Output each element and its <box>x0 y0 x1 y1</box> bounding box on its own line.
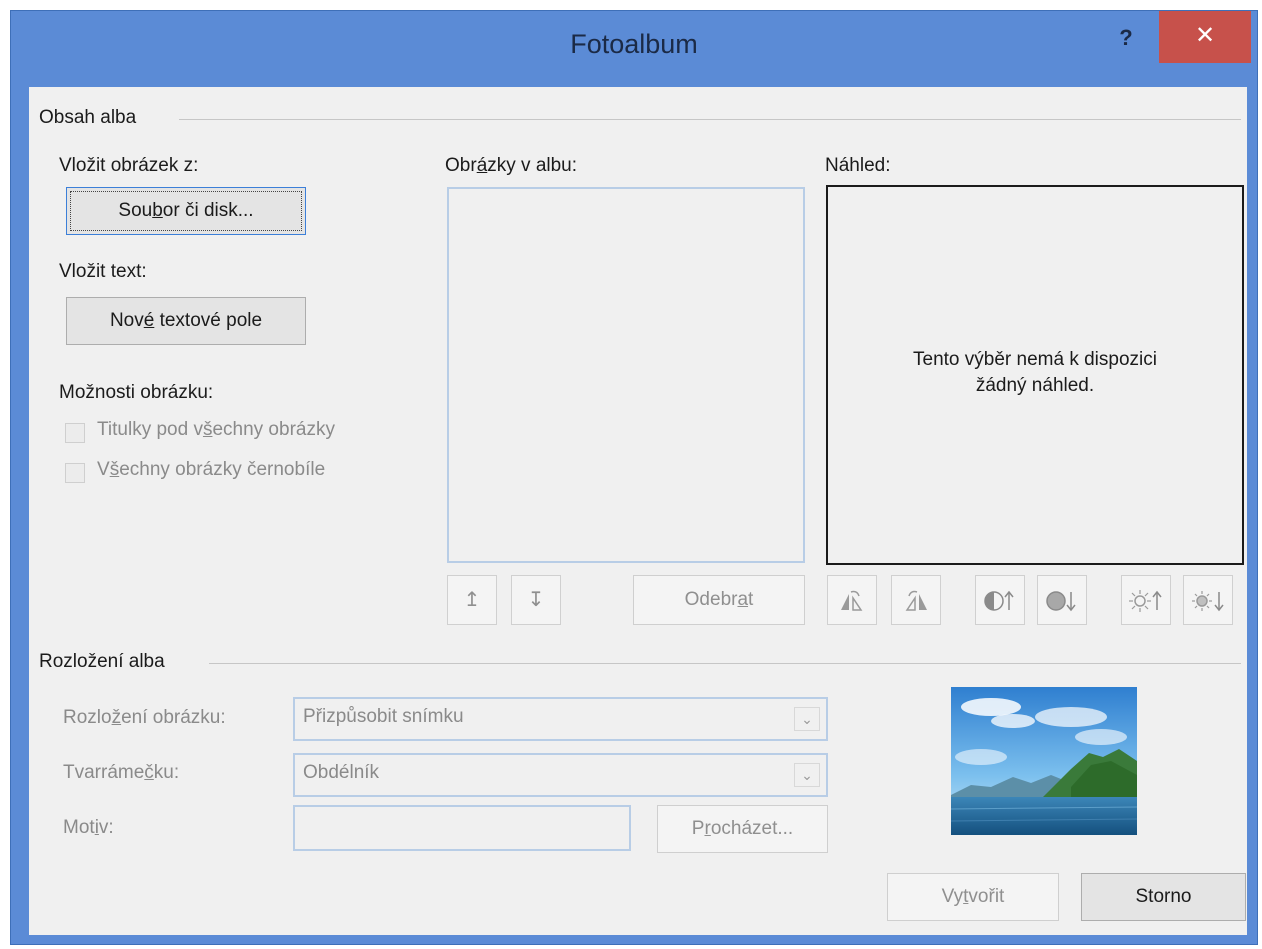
album-layout-group-label: Rozložení alba <box>39 651 165 672</box>
rotate-left-icon <box>841 590 863 611</box>
file-or-disk-button[interactable]: Soubor či disk... <box>66 187 306 235</box>
black-white-checkbox-label: Všechny obrázky černobíle <box>97 459 326 480</box>
contrast-up-icon <box>984 590 1014 611</box>
create-button[interactable]: Vytvořit <box>887 873 1059 921</box>
preview-label: Náhled: <box>825 155 891 176</box>
layout-preview-image <box>951 687 1137 835</box>
increase-brightness-button[interactable] <box>1121 575 1171 625</box>
theme-label: Motiv: <box>63 817 114 838</box>
album-content-divider <box>179 119 1241 120</box>
preview-box: Tento výběr nemá k dispozici žádný náhle… <box>826 185 1244 565</box>
frame-shape-label: Tvarrámečku: <box>63 762 180 783</box>
increase-contrast-button[interactable] <box>975 575 1025 625</box>
rotate-right-button[interactable] <box>891 575 941 625</box>
captions-checkbox[interactable] <box>65 423 85 443</box>
browse-button[interactable]: Procházet... <box>657 805 828 853</box>
close-icon: ✕ <box>1194 22 1216 49</box>
contrast-down-icon <box>1046 591 1076 612</box>
picture-options-label: Možnosti obrázku: <box>59 382 214 403</box>
brightness-down-icon <box>1192 591 1224 612</box>
insert-picture-from-label: Vložit obrázek z: <box>59 155 199 176</box>
close-button[interactable]: ✕ <box>1159 11 1251 63</box>
dialog-title: Fotoalbum <box>570 29 698 59</box>
dialog-client-area: Obsah alba Vložit obrázek z: Soubor či d… <box>29 87 1247 935</box>
landscape-thumbnail-icon <box>951 687 1137 835</box>
album-content-group-label: Obsah alba <box>39 107 137 128</box>
preview-empty-message: Tento výběr nemá k dispozici žádný náhle… <box>913 349 1157 396</box>
help-button[interactable]: ? <box>1113 25 1139 51</box>
move-up-button[interactable]: ↥ <box>447 575 497 625</box>
cancel-button[interactable]: Storno <box>1081 873 1246 921</box>
frame-shape-value: Obdélník <box>303 762 380 783</box>
fotoalbum-dialog: Fotoalbum ? ✕ Obsah alba Vložit obrázek … <box>10 10 1258 945</box>
theme-input[interactable] <box>293 805 631 851</box>
arrow-down-icon: ↧ <box>527 589 545 611</box>
black-white-checkbox[interactable] <box>65 463 85 483</box>
decrease-contrast-button[interactable] <box>1037 575 1087 625</box>
brightness-up-icon <box>1129 590 1162 612</box>
picture-layout-value: Přizpůsobit snímku <box>303 706 464 727</box>
captions-checkbox-label: Titulky pod všechny obrázky <box>97 419 335 440</box>
picture-layout-combo[interactable]: Přizpůsobit snímku ⌄ <box>293 697 828 741</box>
remove-button[interactable]: Odebrat <box>633 575 805 625</box>
move-down-button[interactable]: ↧ <box>511 575 561 625</box>
picture-layout-label: Rozložení obrázku: <box>63 707 226 728</box>
rotate-left-button[interactable] <box>827 575 877 625</box>
insert-text-label: Vložit text: <box>59 261 147 282</box>
album-layout-divider <box>209 663 1241 664</box>
chevron-down-icon: ⌄ <box>794 707 820 731</box>
pictures-in-album-label: Obrázky v albu: <box>445 155 578 176</box>
arrow-up-icon: ↥ <box>463 589 481 611</box>
rotate-right-icon <box>905 590 927 611</box>
decrease-brightness-button[interactable] <box>1183 575 1233 625</box>
pictures-in-album-list[interactable] <box>447 187 805 563</box>
title-bar[interactable]: Fotoalbum ? ✕ <box>11 11 1257 87</box>
new-text-box-button[interactable]: Nové textové pole <box>66 297 306 345</box>
chevron-down-icon: ⌄ <box>794 763 820 787</box>
frame-shape-combo[interactable]: Obdélník ⌄ <box>293 753 828 797</box>
